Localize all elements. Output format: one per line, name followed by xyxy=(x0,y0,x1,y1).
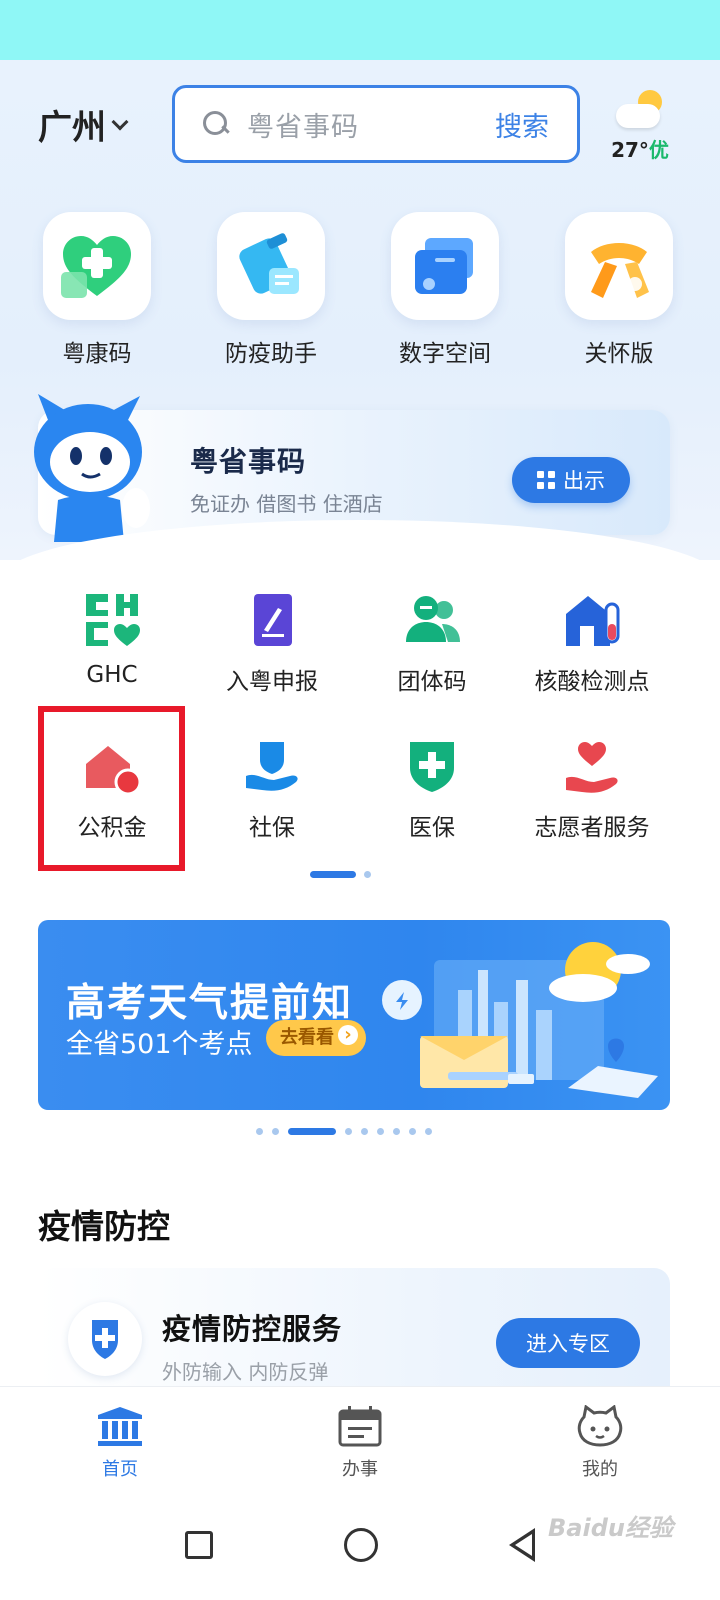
promo-go-button[interactable]: 去看看 xyxy=(266,1020,366,1056)
service-pager xyxy=(310,871,371,878)
quick-entry-care-edition[interactable]: 关怀版 xyxy=(532,212,706,368)
back-button[interactable] xyxy=(508,1528,535,1562)
enter-zone-button[interactable]: 进入专区 xyxy=(496,1318,640,1368)
service-label: 团体码 xyxy=(397,669,467,695)
profile-face-icon xyxy=(576,1404,624,1447)
air-quality: 优 xyxy=(648,138,669,162)
pager-dot xyxy=(361,1128,368,1135)
service-volunteer[interactable]: 志愿者服务 xyxy=(512,736,672,842)
pager-dot xyxy=(256,1128,263,1135)
status-bar xyxy=(0,0,720,60)
show-code-button[interactable]: 出示 xyxy=(512,457,630,503)
quick-entry-label: 粤康码 xyxy=(62,341,132,367)
tab-label: 我的 xyxy=(582,1459,618,1480)
search-placeholder: 粤省事码 xyxy=(247,111,359,143)
weather-temp: 27° xyxy=(611,138,649,162)
service-label: GHC xyxy=(86,662,138,688)
medical-insurance-icon xyxy=(402,736,462,796)
city-selector[interactable]: 广州 xyxy=(38,100,129,149)
quick-entry-health-code[interactable]: 粤康码 xyxy=(10,212,184,368)
bottom-tab-bar: 首页 办事 我的 xyxy=(0,1386,720,1490)
care-edition-icon xyxy=(565,212,673,320)
weather-text: 27°优 xyxy=(610,134,670,163)
epidemic-card-subtitle: 外防输入 内防反弹 xyxy=(162,1360,329,1384)
pager-dot-active xyxy=(288,1128,336,1135)
epidemic-assistant-icon xyxy=(217,212,325,320)
tab-services[interactable]: 办事 xyxy=(240,1387,480,1490)
home-icon xyxy=(96,1405,144,1447)
recents-button[interactable] xyxy=(185,1531,214,1559)
search-button[interactable]: 搜索 xyxy=(495,105,549,144)
calendar-icon xyxy=(336,1405,384,1447)
home-button[interactable] xyxy=(343,1528,378,1562)
search-input[interactable]: 粤省事码 搜索 xyxy=(172,85,580,163)
pager-dot xyxy=(393,1128,400,1135)
promo-pager xyxy=(256,1128,432,1135)
mascot-icon xyxy=(28,390,158,545)
watermark: Baidu经验 xyxy=(548,1514,673,1542)
promo-subtitle: 全省501个考点 xyxy=(66,1029,253,1060)
pager-dot-active xyxy=(310,871,356,878)
promo-banner[interactable]: 高考天气提前知 全省501个考点 去看看 xyxy=(38,920,670,1110)
quick-entry-label: 数字空间 xyxy=(399,341,491,367)
service-declaration[interactable]: 入粤申报 xyxy=(192,590,352,696)
group-code-icon xyxy=(402,590,462,650)
tab-label: 办事 xyxy=(342,1459,378,1480)
highlight-box xyxy=(38,706,185,871)
digital-space-icon xyxy=(391,212,499,320)
service-medical-insurance[interactable]: 医保 xyxy=(352,736,512,842)
weather-widget[interactable]: 27°优 xyxy=(610,88,670,163)
service-label: 医保 xyxy=(409,815,455,841)
service-social-security[interactable]: 社保 xyxy=(192,736,352,842)
quick-entry-label: 关怀版 xyxy=(584,341,654,367)
code-banner-subtitle: 免证办 借图书 住酒店 xyxy=(190,492,383,516)
pager-dot xyxy=(364,871,371,878)
system-navigation-bar xyxy=(0,1490,720,1600)
health-code-heart-icon xyxy=(43,212,151,320)
volunteer-icon xyxy=(562,736,622,796)
tab-mine[interactable]: 我的 xyxy=(480,1387,720,1490)
search-icon xyxy=(203,111,229,137)
ghc-icon xyxy=(82,590,142,650)
pager-dot xyxy=(409,1128,416,1135)
pager-dot xyxy=(425,1128,432,1135)
service-label: 核酸检测点 xyxy=(534,669,650,695)
quick-entries: 粤康码 防疫助手 数字空间 关怀版 xyxy=(0,212,720,368)
tab-label: 首页 xyxy=(102,1459,138,1480)
service-label: 志愿者服务 xyxy=(534,815,650,841)
epidemic-card-title: 疫情防控服务 xyxy=(162,1312,343,1346)
test-site-icon xyxy=(562,590,622,650)
quick-entry-epidemic-assistant[interactable]: 防疫助手 xyxy=(184,212,358,368)
service-label: 入粤申报 xyxy=(226,669,318,695)
pager-dot xyxy=(272,1128,279,1135)
quick-entry-label: 防疫助手 xyxy=(225,341,317,367)
chevron-down-icon xyxy=(111,113,129,130)
pager-dot xyxy=(345,1128,352,1135)
service-group-code[interactable]: 团体码 xyxy=(352,590,512,696)
service-ghc[interactable]: GHC xyxy=(32,590,192,696)
qr-grid-icon xyxy=(537,471,555,489)
section-title: 疫情防控 xyxy=(38,1207,170,1246)
shield-icon xyxy=(68,1302,142,1376)
service-test-site[interactable]: 核酸检测点 xyxy=(512,590,672,696)
declaration-icon xyxy=(242,590,302,650)
tab-home[interactable]: 首页 xyxy=(0,1387,240,1490)
service-label: 社保 xyxy=(249,815,295,841)
code-banner-title: 粤省事码 xyxy=(190,445,307,478)
city-name: 广州 xyxy=(38,108,106,148)
pager-dot xyxy=(377,1128,384,1135)
partly-cloudy-icon xyxy=(612,88,668,134)
quick-entry-digital-space[interactable]: 数字空间 xyxy=(358,212,532,368)
social-security-icon xyxy=(242,736,302,796)
show-code-label: 出示 xyxy=(563,469,605,493)
